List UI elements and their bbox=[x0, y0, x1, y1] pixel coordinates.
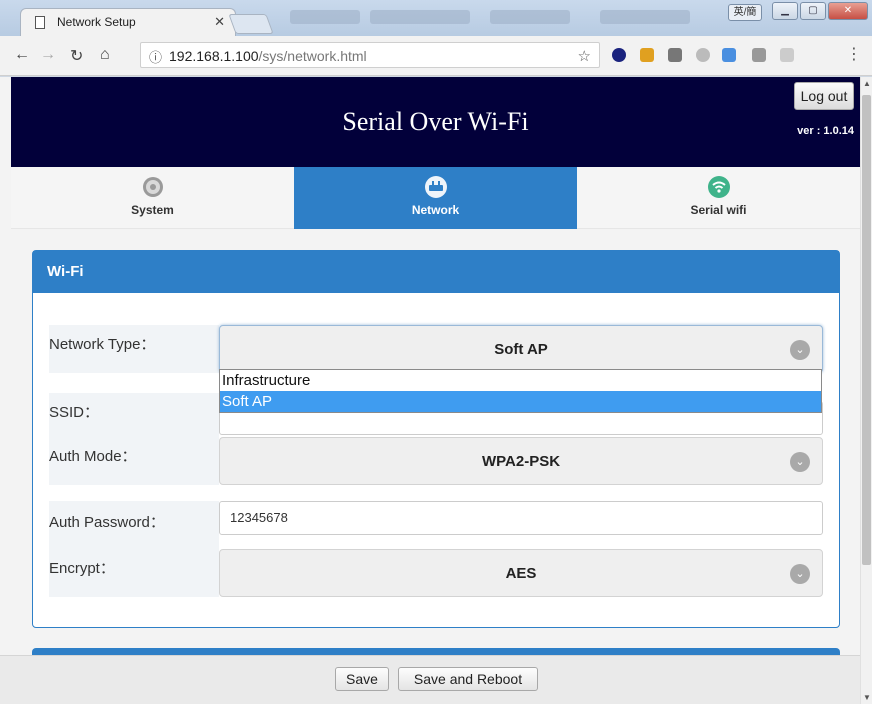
scroll-up-icon[interactable]: ▲ bbox=[863, 79, 871, 88]
network-type-select[interactable]: Soft AP ⌄ bbox=[219, 325, 823, 373]
blurred-taskbar-area bbox=[600, 10, 690, 24]
extension-icon[interactable] bbox=[752, 48, 766, 62]
dropdown-option-soft-ap[interactable]: Soft AP bbox=[220, 391, 821, 412]
encrypt-label: Encrypt： bbox=[49, 549, 219, 597]
address-bar[interactable]: ⓘ 192.168.1.100/sys/network.html ☆ bbox=[140, 42, 600, 68]
minimize-button[interactable]: ▁ bbox=[772, 2, 798, 20]
chevron-down-icon: ⌄ bbox=[790, 564, 810, 584]
url-path: /sys/network.html bbox=[258, 48, 367, 64]
save-and-reboot-button[interactable]: Save and Reboot bbox=[398, 667, 538, 691]
extension-icon[interactable] bbox=[696, 48, 710, 62]
browser-toolbar: ← → ↻ ⌂ ⓘ 192.168.1.100/sys/network.html… bbox=[0, 36, 872, 76]
browser-tab-title: Network Setup bbox=[57, 15, 136, 29]
page-icon bbox=[35, 16, 45, 29]
wifi-panel-header: Wi-Fi bbox=[33, 251, 839, 293]
wifi-panel-title: Wi-Fi bbox=[47, 263, 84, 280]
new-tab-button[interactable] bbox=[228, 14, 274, 34]
tab-network[interactable]: Network bbox=[294, 167, 577, 229]
tab-serial-wifi[interactable]: Serial wifi bbox=[577, 167, 860, 229]
footer-bar: Save Save and Reboot bbox=[0, 655, 860, 704]
ssid-label: SSID： bbox=[49, 393, 219, 441]
extension-icon[interactable] bbox=[668, 48, 682, 62]
scroll-down-icon[interactable]: ▼ bbox=[863, 693, 871, 702]
home-icon[interactable]: ⌂ bbox=[100, 46, 110, 64]
auth-password-label: Auth Password： bbox=[49, 501, 219, 549]
network-type-label: Network Type： bbox=[49, 325, 219, 373]
encrypt-value: AES bbox=[505, 565, 537, 582]
auth-password-input[interactable]: 12345678 bbox=[219, 501, 823, 535]
auth-mode-label: Auth Mode： bbox=[49, 437, 219, 485]
close-window-button[interactable]: ✕ bbox=[828, 2, 868, 20]
dropdown-option-infrastructure[interactable]: Infrastructure bbox=[220, 370, 821, 391]
extension-icon[interactable] bbox=[722, 48, 736, 62]
bookmark-star-icon[interactable]: ☆ bbox=[578, 47, 591, 65]
tab-serial-wifi-label: Serial wifi bbox=[690, 203, 747, 217]
gear-icon bbox=[142, 177, 163, 197]
back-arrow-icon[interactable]: ← bbox=[14, 46, 30, 64]
window-controls: ▁ ▢ ✕ bbox=[772, 2, 868, 20]
blurred-taskbar-area bbox=[370, 10, 470, 24]
page-viewport: Serial Over Wi-Fi Log out ver : 1.0.14 S… bbox=[0, 77, 860, 704]
url-host: 192.168.1.100 bbox=[169, 48, 259, 64]
browser-menu-icon[interactable]: ⋮ bbox=[846, 44, 862, 64]
wifi-icon bbox=[707, 176, 730, 198]
tab-network-label: Network bbox=[411, 203, 460, 217]
tab-system[interactable]: System bbox=[11, 167, 294, 229]
browser-tab[interactable]: Network Setup ✕ bbox=[20, 8, 236, 36]
extension-icon[interactable] bbox=[612, 48, 626, 62]
app-title: Serial Over Wi-Fi bbox=[342, 107, 529, 136]
info-icon[interactable]: ⓘ bbox=[149, 47, 162, 66]
tab-close-icon[interactable]: ✕ bbox=[214, 14, 225, 30]
encrypt-select[interactable]: AES ⌄ bbox=[219, 549, 823, 597]
wifi-panel: Wi-Fi Network Type： Soft AP ⌄ SSID： Auth… bbox=[32, 250, 840, 628]
main-tabs: System Network Serial wifi bbox=[11, 167, 860, 229]
tab-system-label: System bbox=[131, 203, 174, 217]
chevron-down-icon: ⌄ bbox=[790, 452, 810, 472]
auth-mode-select[interactable]: WPA2-PSK ⌄ bbox=[219, 437, 823, 485]
auth-mode-value: WPA2-PSK bbox=[481, 453, 561, 470]
chevron-down-icon: ⌄ bbox=[790, 340, 810, 360]
scrollbar-thumb[interactable] bbox=[862, 95, 871, 565]
forward-arrow-icon[interactable]: → bbox=[40, 46, 56, 64]
window-titlebar: Network Setup ✕ 英/簡 ▁ ▢ ✕ bbox=[0, 0, 872, 36]
reload-icon[interactable]: ↻ bbox=[70, 46, 83, 66]
extension-icon[interactable] bbox=[780, 48, 794, 62]
network-type-dropdown: Infrastructure Soft AP bbox=[219, 369, 822, 413]
maximize-button[interactable]: ▢ bbox=[800, 2, 826, 20]
url-text: 192.168.1.100/sys/network.html bbox=[169, 48, 367, 64]
save-button[interactable]: Save bbox=[335, 667, 389, 691]
network-type-value: Soft AP bbox=[494, 341, 548, 358]
logout-button[interactable]: Log out bbox=[794, 82, 854, 110]
page-scrollbar[interactable]: ▲ ▼ bbox=[860, 77, 872, 704]
blurred-taskbar-area bbox=[290, 10, 360, 24]
app-header: Serial Over Wi-Fi Log out ver : 1.0.14 bbox=[11, 77, 860, 167]
version-label: ver : 1.0.14 bbox=[797, 125, 854, 137]
extension-icon[interactable] bbox=[640, 48, 654, 62]
ime-indicator[interactable]: 英/簡 bbox=[728, 4, 762, 21]
router-icon bbox=[424, 176, 447, 198]
blurred-taskbar-area bbox=[490, 10, 570, 24]
